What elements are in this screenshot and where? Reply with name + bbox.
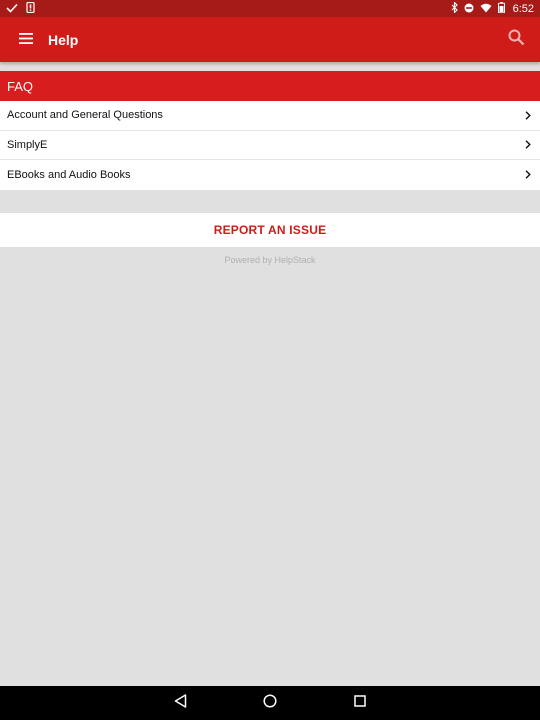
faq-item-ebooks[interactable]: EBooks and Audio Books — [0, 160, 540, 190]
menu-button[interactable] — [14, 28, 38, 52]
recents-icon — [354, 694, 366, 712]
faq-item-label: Account and General Questions — [7, 109, 163, 122]
phone-notification-icon — [26, 0, 35, 18]
chevron-right-icon — [524, 170, 532, 180]
chevron-right-icon — [524, 110, 532, 120]
back-icon — [174, 693, 187, 713]
report-issue-button[interactable]: REPORT AN ISSUE — [0, 213, 540, 247]
system-nav-bar — [0, 686, 540, 720]
battery-icon — [497, 0, 505, 18]
status-right-icons: 6:52 — [451, 0, 534, 18]
wifi-icon — [480, 0, 492, 18]
do-not-disturb-icon — [464, 0, 474, 18]
faq-item-account[interactable]: Account and General Questions — [0, 101, 540, 131]
home-button[interactable] — [262, 693, 278, 713]
search-icon — [508, 29, 525, 51]
page-title: Help — [48, 31, 79, 48]
hamburger-menu-icon — [19, 31, 33, 49]
powered-by-label: Powered by HelpStack — [224, 255, 316, 265]
app-bar: Help — [0, 17, 540, 62]
faq-item-simplye[interactable]: SimplyE — [0, 131, 540, 160]
bluetooth-icon — [451, 0, 458, 18]
search-button[interactable] — [504, 28, 528, 52]
faq-list: Account and General Questions SimplyE EB… — [0, 101, 540, 190]
home-icon — [263, 693, 277, 713]
status-time: 6:52 — [512, 2, 534, 15]
check-icon — [6, 0, 18, 18]
chevron-right-icon — [524, 140, 532, 150]
status-left-icons — [6, 0, 35, 18]
faq-item-label: SimplyE — [7, 138, 48, 151]
back-button[interactable] — [172, 693, 188, 713]
recents-button[interactable] — [352, 695, 368, 711]
faq-item-label: EBooks and Audio Books — [7, 168, 131, 181]
status-bar: 6:52 — [0, 0, 540, 17]
faq-header: FAQ — [0, 71, 540, 101]
